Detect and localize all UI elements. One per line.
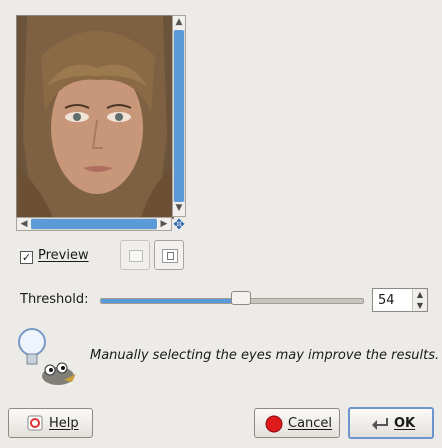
threshold-spinbutton[interactable]: 54 ▲ ▼ [372, 288, 428, 312]
scroll-left-icon[interactable]: ◀ [17, 218, 31, 230]
lightbulb-wilber-icon [18, 328, 76, 385]
scroll-right-icon[interactable]: ▶ [157, 218, 171, 230]
face-photo [17, 16, 173, 218]
cancel-button[interactable]: Cancel [254, 408, 340, 438]
checkmark-icon: ✓ [21, 251, 32, 264]
spin-buttons[interactable]: ▲ ▼ [412, 289, 427, 311]
enter-arrow-icon [372, 418, 388, 430]
preview-label[interactable]: Preview [38, 248, 89, 263]
help-button[interactable]: Help [8, 408, 93, 438]
preview-image[interactable] [16, 15, 174, 219]
split-view-icon [129, 250, 143, 262]
split-view-button[interactable] [120, 240, 150, 270]
threshold-value[interactable]: 54 [378, 293, 395, 308]
ok-button[interactable]: OK [348, 407, 434, 439]
move-arrows-icon[interactable]: ✥ [172, 218, 186, 232]
hint-text: Manually selecting the eyes may improve … [90, 348, 440, 363]
preview-checkbox[interactable]: ✓ [20, 251, 33, 264]
scroll-up-icon[interactable]: ▲ [173, 16, 185, 30]
spin-down-icon[interactable]: ▼ [413, 300, 427, 311]
help-icon [27, 415, 43, 431]
compare-view-icon [162, 249, 178, 263]
scroll-down-icon[interactable]: ▼ [173, 202, 185, 216]
cancel-label: Cancel [288, 416, 333, 431]
threshold-slider-handle[interactable] [230, 291, 251, 305]
ok-label: OK [394, 416, 416, 431]
horizontal-scroll-thumb[interactable] [31, 219, 157, 229]
vertical-scroll-thumb[interactable] [174, 30, 184, 202]
horizontal-scrollbar[interactable]: ◀ ▶ [16, 217, 172, 231]
help-label: Help [49, 416, 79, 431]
threshold-label: Threshold: [20, 292, 89, 307]
vertical-scrollbar[interactable]: ▲ ▼ [172, 15, 186, 217]
record-stop-icon [265, 415, 283, 433]
threshold-slider-fill [101, 299, 242, 303]
spin-up-icon[interactable]: ▲ [413, 289, 427, 300]
compare-view-button[interactable] [154, 240, 184, 270]
